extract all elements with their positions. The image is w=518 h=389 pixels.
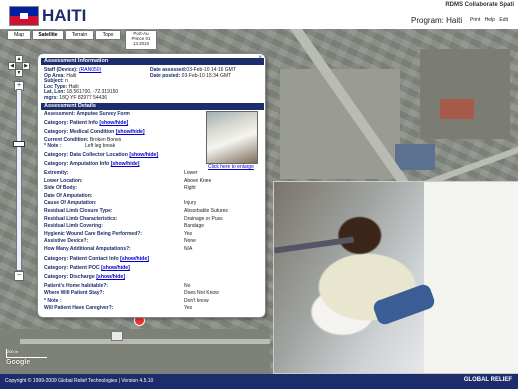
detail-value: Injury — [184, 200, 197, 207]
detail-value: No — [184, 283, 191, 289]
page-title: HAITI — [42, 6, 87, 25]
detail-value: Drainage or Puss — [184, 215, 223, 222]
detail-label: Date Of Amputation: — [44, 192, 93, 199]
map-scale: 200 m — [6, 349, 47, 358]
pan-down-icon[interactable]: ▼ — [15, 69, 23, 77]
zoom-control: + − — [13, 81, 25, 281]
map-type-terrain-button[interactable]: Terrain — [65, 30, 94, 40]
footer-copyright: Copyright © 1999-2009 Global Relief Tech… — [5, 378, 154, 384]
detail-label: How Many Additional Amputations?: — [44, 246, 131, 252]
print-button[interactable]: Print — [470, 17, 480, 23]
help-button[interactable]: Help — [485, 17, 495, 23]
patient-contact-toggle[interactable]: [show/hide] — [120, 256, 149, 262]
system-name: RDMS Collaborate Spati — [445, 2, 514, 8]
category-patient-info: Category: Patient Info [show/hide] — [44, 120, 129, 126]
category-amputation-info: Category: Amputation Info [show/hide] — [44, 161, 140, 167]
detail-label: * Note : — [44, 297, 62, 304]
detail-label: Will Patient Have Caregiver?: — [44, 305, 114, 312]
detail-value: Right — [184, 185, 196, 192]
detail-value: Yes — [184, 305, 193, 312]
detail-label: Side Of Body: — [44, 185, 78, 192]
assessment-details-header: Assessment Details — [41, 103, 264, 110]
app-header: HAITI RDMS Collaborate Spati Program: Ha… — [0, 0, 518, 29]
detail-label: Residual Limb Characteristics: — [44, 215, 118, 222]
google-logo: Google — [6, 359, 31, 366]
medical-condition-toggle[interactable]: [show/hide] — [116, 129, 145, 135]
detail-label: Patient's Home habitable?: — [44, 283, 108, 289]
patient-photo-enlarged[interactable] — [273, 181, 518, 374]
detail-value: Absorbable Sutures — [184, 208, 228, 214]
detail-value: Does Not Know — [184, 290, 219, 297]
assessment-info-window: × Assessment Information Staff (Device):… — [37, 53, 266, 318]
detail-value: Yes — [184, 230, 193, 237]
camera-icon[interactable] — [111, 331, 123, 341]
zoom-slider-track[interactable] — [16, 89, 22, 271]
discharge-toggle[interactable]: [show/hide] — [96, 274, 125, 280]
detail-value: Lower — [184, 170, 198, 176]
haiti-flag-icon — [9, 6, 39, 26]
detail-label: Lower Location: — [44, 177, 83, 184]
detail-value: Bandage — [184, 223, 205, 230]
patient-poc-toggle[interactable]: [show/hide] — [101, 265, 130, 271]
pan-right-icon[interactable]: ▶ — [22, 62, 30, 70]
staff-device-link[interactable]: (RAN050) — [79, 67, 101, 73]
detail-value: None — [184, 238, 196, 245]
map-type-topo-button[interactable]: Topo — [95, 30, 121, 40]
detail-label: Assistive Device?: — [44, 238, 89, 245]
detail-value: Above Knee — [184, 177, 212, 184]
global-relief-logo: GLOBAL RELIEF — [463, 377, 512, 383]
program-selector[interactable]: Program: Haiti — [411, 16, 462, 25]
detail-value: N/A — [184, 246, 193, 252]
zoom-out-button[interactable]: − — [14, 271, 24, 281]
zoom-slider-handle[interactable] — [13, 141, 25, 147]
category-patient-poc: Category: Patient POC [show/hide] — [44, 265, 130, 271]
detail-label: Cause Of Amputation: — [44, 200, 97, 207]
app-footer: Copyright © 1999-2009 Global Relief Tech… — [0, 374, 518, 389]
pan-control: ▲ ◀ ▶ ▼ — [8, 55, 30, 77]
patient-photo-thumbnail[interactable] — [206, 111, 258, 164]
detail-label: Residual Limb Covering: — [44, 223, 103, 230]
assessment-info-header: Assessment Information — [41, 58, 264, 65]
category-medical-condition: Category: Medical Condition [show/hide] — [44, 129, 145, 135]
detail-value: Don't know — [184, 297, 209, 304]
map-type-map-button[interactable]: Map — [7, 30, 31, 40]
detail-label: Extremity: — [44, 170, 69, 176]
map-type-satellite-button[interactable]: Satellite — [32, 30, 64, 40]
detail-label: Residual Limb Closure Type: — [44, 208, 113, 214]
enlarge-photo-link[interactable]: Click here to enlarge — [208, 164, 254, 170]
detail-label: Hygienic Wound Care Being Performed?: — [44, 230, 142, 237]
category-patient-contact-info: Category: Patient Contact Info [show/hid… — [44, 256, 149, 262]
edit-button[interactable]: Edit — [499, 17, 508, 23]
data-collector-toggle[interactable]: [show/hide] — [129, 152, 158, 158]
satellite-map[interactable]: Map Satellite Terrain Topo Port-Au Princ… — [0, 29, 518, 374]
patient-info-toggle[interactable]: [show/hide] — [99, 120, 128, 126]
category-discharge: Category: Discharge [show/hide] — [44, 274, 126, 280]
category-data-collector-location: Category: Data Collector Location [show/… — [44, 152, 159, 158]
header-tools: Print Help Edit — [470, 17, 511, 23]
amputation-info-toggle[interactable]: [show/hide] — [111, 161, 140, 167]
location-date-chip: Port-Au Prince 01 13.2010 — [125, 30, 157, 50]
detail-label: Where Will Patient Stay?: — [44, 290, 105, 297]
